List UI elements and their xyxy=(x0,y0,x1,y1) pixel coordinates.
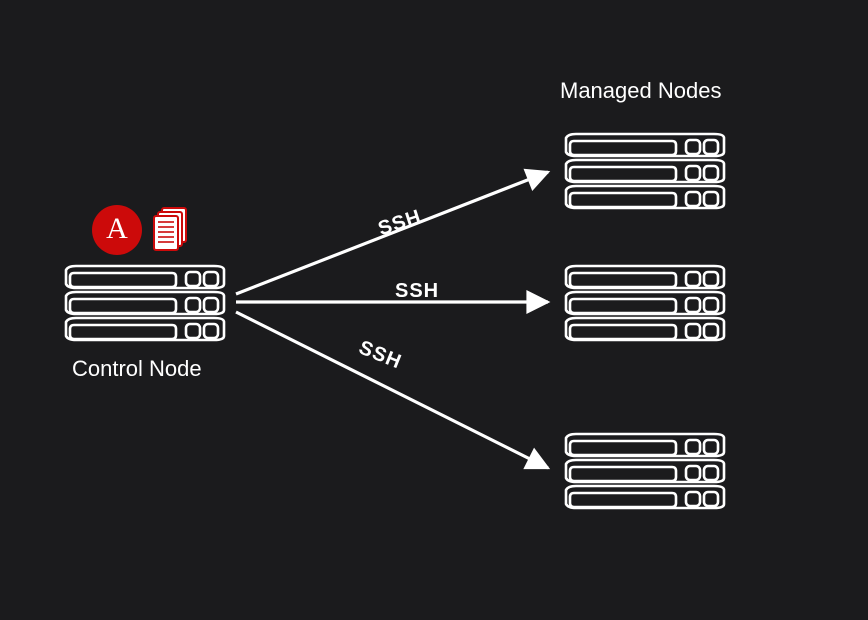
managed-node-server-1-icon xyxy=(566,134,724,208)
control-node-server-icon xyxy=(66,266,224,340)
managed-node-server-3-icon xyxy=(566,434,724,508)
ansible-architecture-diagram: Managed Nodes Control Node SSH SSH SSH A xyxy=(0,0,868,620)
ssh-arrow-top xyxy=(236,172,548,294)
managed-node-server-2-icon xyxy=(566,266,724,340)
ssh-arrow-bottom xyxy=(236,312,548,468)
